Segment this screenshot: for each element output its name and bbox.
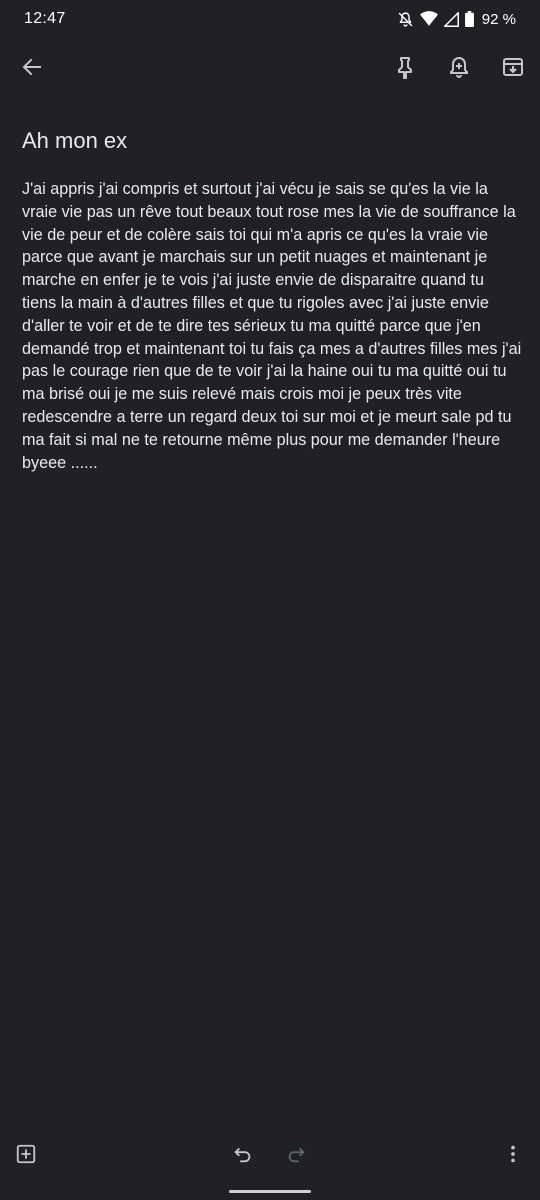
reminder-bell-icon	[447, 55, 471, 84]
redo-icon	[285, 1143, 307, 1170]
reminder-button[interactable]	[437, 44, 481, 94]
undo-button[interactable]	[223, 1132, 263, 1180]
back-arrow-icon	[20, 55, 44, 84]
status-time: 12:47	[24, 10, 66, 27]
pin-button[interactable]	[383, 44, 427, 94]
signal-icon	[443, 11, 459, 27]
status-bar: 12:47 92 %	[0, 0, 540, 38]
note-toolbar	[0, 44, 540, 94]
status-icons: 92 %	[397, 11, 516, 28]
add-box-icon	[15, 1143, 37, 1170]
mute-icon	[397, 11, 414, 28]
note-body[interactable]: J'ai appris j'ai compris et surtout j'ai…	[22, 178, 522, 474]
gesture-navigation-handle[interactable]	[229, 1190, 311, 1193]
archive-icon	[501, 55, 525, 84]
bottom-bar	[0, 1132, 540, 1180]
redo-button[interactable]	[276, 1132, 316, 1180]
pin-icon	[393, 55, 417, 84]
more-options-button[interactable]	[493, 1132, 533, 1180]
note-title[interactable]: Ah mon ex	[22, 128, 512, 154]
archive-button[interactable]	[491, 44, 535, 94]
add-button[interactable]	[6, 1132, 46, 1180]
wifi-icon	[419, 11, 438, 27]
battery-icon	[464, 11, 474, 27]
back-button[interactable]	[10, 44, 54, 94]
battery-percent: 92 %	[481, 10, 516, 28]
more-vert-icon	[502, 1143, 524, 1170]
undo-icon	[232, 1143, 254, 1170]
